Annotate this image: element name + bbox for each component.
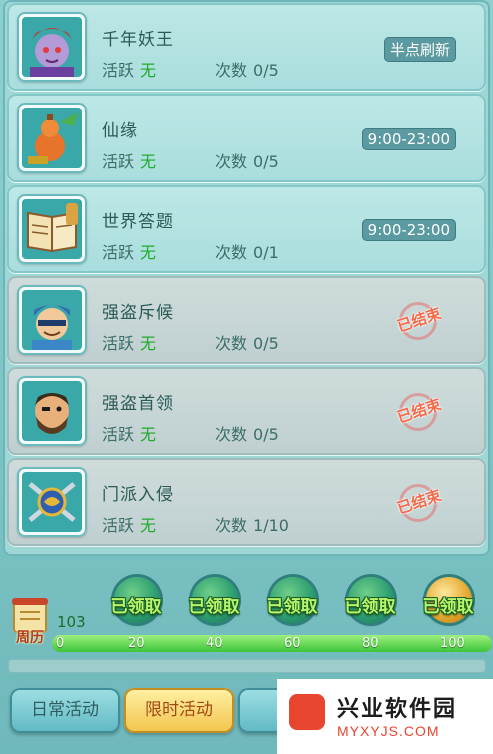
active-info: 活跃无 (102, 243, 157, 262)
progress-tick-label: 0 (56, 636, 65, 651)
activity-row-menpai-ruqin[interactable]: 门派入侵 活跃无 次数 1/10 已结束 (7, 458, 486, 546)
activity-row-xianyuan[interactable]: 仙缘 活跃无 次数 0/5 9:00-23:00 (7, 94, 486, 182)
active-info: 活跃无 (102, 334, 157, 353)
tab-daily-activities[interactable]: 日常活动 (10, 688, 120, 733)
count-info: 次数 0/5 (215, 152, 279, 171)
activity-progress-fill (52, 635, 492, 652)
activity-name: 仙缘 (102, 121, 138, 141)
activity-name: 千年妖王 (102, 30, 174, 50)
activity-row-qiannian-yaowang[interactable]: 千年妖王 活跃无 次数 0/5 半点刷新 (7, 3, 486, 91)
weekly-calendar-label: 周历 (16, 630, 44, 646)
progress-tick-label: 60 (284, 636, 301, 651)
reward-chest-80[interactable]: 已领取 (340, 573, 400, 633)
activity-icon-frame (17, 12, 87, 82)
divider-bar (8, 659, 486, 673)
sect-invasion-icon (22, 472, 82, 532)
activity-points-total: 103 (57, 613, 86, 631)
bandit-scout-icon (22, 290, 82, 350)
reward-claimed-label: 已领取 (188, 597, 240, 617)
activity-progress-bar (52, 635, 492, 652)
progress-tick-label: 80 (362, 636, 379, 651)
reward-claimed-label: 已领取 (344, 597, 396, 617)
reward-claimed-label: 已领取 (266, 597, 318, 617)
activity-icon-frame (17, 467, 87, 537)
activity-name: 强盗首领 (102, 394, 174, 414)
activity-name: 门派入侵 (102, 485, 174, 505)
ended-stamp: 已结束 (389, 300, 449, 342)
activity-icon-frame (17, 103, 87, 173)
activity-row-qiangdao-chihou[interactable]: 强盗斥候 活跃无 次数 0/5 已结束 (7, 276, 486, 364)
quiz-book-icon (22, 199, 82, 259)
count-info: 次数 0/5 (215, 425, 279, 444)
activity-list: 千年妖王 活跃无 次数 0/5 半点刷新 仙缘 活跃无 次数 0/5 9:00-23… (3, 0, 490, 556)
reward-chest-20[interactable]: 已领取 (106, 573, 166, 633)
tab-limited-activities[interactable]: 限时活动 (124, 688, 234, 733)
demon-king-icon (22, 17, 82, 77)
active-info: 活跃无 (102, 425, 157, 444)
count-info: 次数 1/10 (215, 516, 289, 535)
activity-icon-frame (17, 285, 87, 355)
reward-chest-60[interactable]: 已领取 (262, 573, 322, 633)
progress-tick-label: 40 (206, 636, 223, 651)
status-badge: 9:00-23:00 (361, 128, 456, 150)
watermark-title: 兴业软件园 (337, 697, 458, 722)
status-badge: 9:00-23:00 (361, 219, 456, 241)
fortune-gourd-icon (22, 108, 82, 168)
site-watermark: 兴业软件园 MYXYJS.COM (277, 679, 493, 754)
activity-icon-frame (17, 194, 87, 264)
activity-row-qiangdao-shouling[interactable]: 强盗首领 活跃无 次数 0/5 已结束 (7, 367, 486, 455)
reward-chest-100[interactable]: 已领取 (418, 573, 478, 633)
activity-name: 世界答题 (102, 212, 174, 232)
watermark-url: MYXYJS.COM (337, 723, 440, 739)
count-info: 次数 0/5 (215, 334, 279, 353)
reward-claimed-label: 已领取 (110, 597, 162, 617)
count-info: 次数 0/5 (215, 61, 279, 80)
ended-stamp: 已结束 (389, 482, 449, 524)
active-info: 活跃无 (102, 152, 157, 171)
active-info: 活跃无 (102, 516, 157, 535)
status-badge: 半点刷新 (383, 37, 456, 62)
activity-icon-frame (17, 376, 87, 446)
count-info: 次数 0/1 (215, 243, 279, 262)
active-info: 活跃无 (102, 61, 157, 80)
watermark-logo-icon (289, 694, 325, 730)
progress-tick-label: 100 (440, 636, 465, 651)
activity-row-shijie-dati[interactable]: 世界答题 活跃无 次数 0/1 9:00-23:00 (7, 185, 486, 273)
progress-tick-label: 20 (128, 636, 145, 651)
ended-stamp: 已结束 (389, 391, 449, 433)
activity-name: 强盗斥候 (102, 303, 174, 323)
bandit-chief-icon (22, 381, 82, 441)
reward-claimed-label: 已领取 (422, 597, 474, 617)
reward-chest-40[interactable]: 已领取 (184, 573, 244, 633)
